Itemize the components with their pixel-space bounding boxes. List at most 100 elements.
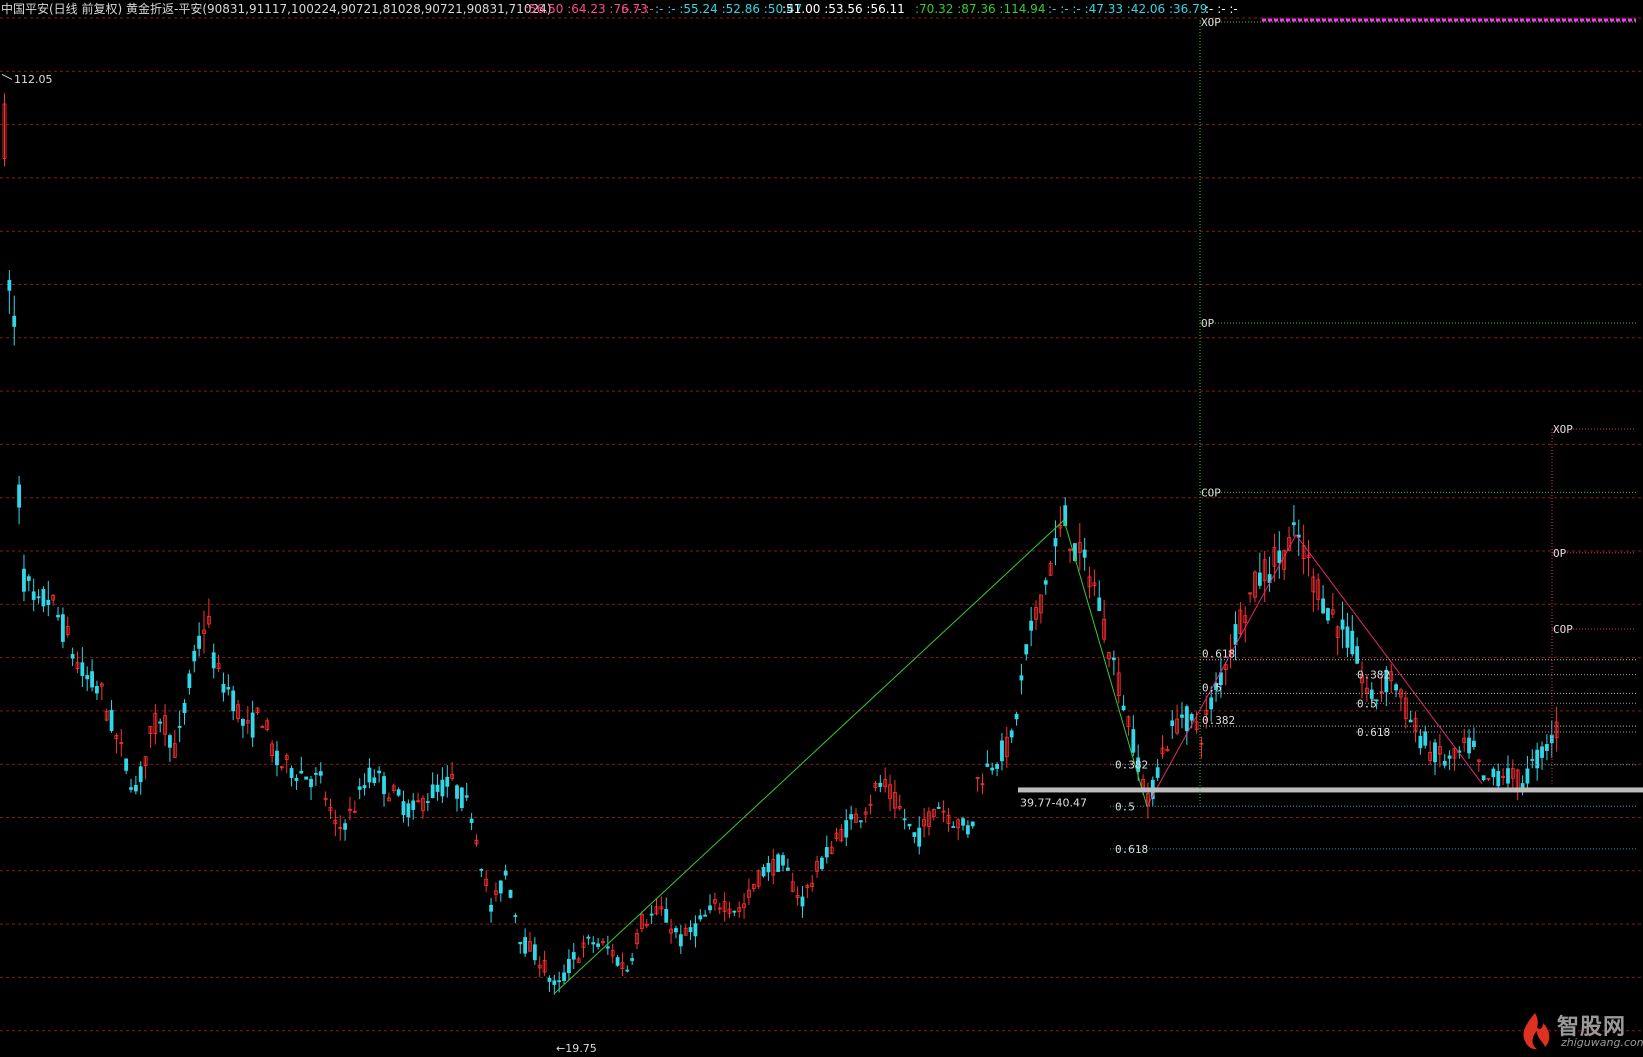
candle-body	[678, 934, 683, 947]
candle-body	[844, 820, 849, 838]
candle-body	[1209, 697, 1214, 710]
candle-body	[80, 662, 85, 677]
candle-body	[567, 958, 571, 974]
indicator-title: 中国平安(日线 前复权) 黄金折返-平安(90831,91117,100224,…	[1, 2, 552, 16]
indicator-values-2: :- :- :-	[621, 2, 654, 16]
candle-body	[615, 957, 620, 966]
candle-body	[192, 650, 197, 662]
indicator-values-4: :51.00 :53.56 :56.11	[782, 2, 905, 16]
candle-body	[430, 784, 435, 799]
candle-body	[970, 821, 975, 827]
candle-body	[596, 943, 601, 947]
candle-body	[197, 635, 202, 649]
candle-body	[455, 785, 459, 799]
candle-body	[1394, 684, 1398, 691]
flame-icon	[1523, 1013, 1550, 1050]
candle-body	[1520, 783, 1525, 789]
swing-line-0	[554, 519, 1148, 994]
candle-body	[1053, 538, 1058, 547]
candle-body	[961, 818, 965, 826]
candle-body	[917, 827, 922, 847]
fib2-label: 0.5	[1202, 681, 1222, 694]
candle-body	[90, 671, 94, 688]
fib1-label: 0.618	[1115, 843, 1148, 856]
fib3-label: 0.382	[1357, 669, 1390, 682]
candle-body	[124, 758, 129, 771]
candle-body	[532, 944, 537, 961]
candle-body	[372, 777, 377, 784]
candle-body	[1277, 550, 1282, 564]
candle-body	[70, 654, 75, 659]
candle-body	[158, 721, 163, 724]
candle-body	[781, 855, 785, 866]
candle-body	[1525, 768, 1530, 784]
low-label: ←19.75	[556, 1042, 597, 1055]
candle-body	[41, 588, 46, 607]
candle-body	[138, 766, 143, 783]
candle-body	[231, 690, 236, 712]
candle-body	[625, 969, 630, 972]
candle-body	[7, 280, 12, 291]
candle-body	[776, 854, 781, 872]
candle-body	[732, 910, 737, 913]
zone-bar	[1018, 787, 1643, 793]
candle-body	[1447, 755, 1452, 759]
candle-body	[17, 484, 21, 508]
candle-body	[12, 315, 17, 327]
candle-body	[1233, 624, 1238, 645]
candle-body	[664, 908, 669, 923]
candle-body	[133, 784, 138, 792]
candle-body	[1350, 630, 1355, 655]
candle-body	[1345, 626, 1350, 648]
candle-body	[990, 767, 995, 771]
candle-body	[1291, 522, 1296, 526]
candle-body	[440, 779, 445, 797]
candle-body	[129, 787, 133, 790]
candle-body	[1535, 749, 1540, 769]
candle-body	[56, 614, 60, 618]
fib2-label: 0.618	[1202, 648, 1235, 661]
candle-body	[1467, 737, 1471, 754]
candle-body	[401, 801, 406, 816]
candle-body	[1111, 657, 1116, 661]
candle-body	[557, 980, 562, 983]
candle-body	[1257, 572, 1262, 586]
candle-body	[1481, 775, 1486, 781]
candle-body	[688, 927, 693, 933]
candle-body	[498, 880, 503, 894]
candle-body	[489, 904, 493, 912]
candle-body	[1184, 706, 1189, 732]
candle-body	[211, 652, 216, 669]
candle-body	[469, 818, 474, 824]
candle-body	[824, 847, 829, 858]
candle-body	[1000, 740, 1004, 762]
candle-body	[382, 776, 386, 795]
candle-body	[902, 818, 907, 821]
candle-body	[698, 915, 703, 920]
indicator-values-7: :- :- :-	[1205, 2, 1238, 16]
candle-body	[459, 787, 464, 809]
watermark-logo: 智股网 zhiguwang.com	[1517, 1009, 1643, 1053]
candle-body	[1491, 768, 1496, 778]
candle-body	[562, 972, 566, 982]
indicator-values-6: :- :- :- :47.33 :42.06 :36.79	[1048, 2, 1208, 16]
candle-body	[785, 867, 790, 871]
op1-label: COP	[1201, 486, 1221, 499]
candle-body	[177, 726, 182, 728]
candle-body	[849, 814, 854, 820]
candle-body	[168, 735, 172, 748]
candle-body	[508, 889, 513, 898]
candle-body	[60, 614, 65, 642]
candle-body	[674, 928, 678, 933]
op2-label: COP	[1553, 623, 1573, 636]
candle-body	[309, 778, 313, 788]
op2-label: OP	[1553, 547, 1567, 560]
fib3-label: 0.5	[1357, 697, 1377, 710]
zone-label: 39.77-40.47	[1020, 796, 1087, 809]
candle-body	[1355, 646, 1360, 664]
candle-body	[1506, 768, 1510, 784]
candle-body	[761, 867, 766, 877]
candle-body	[1009, 730, 1014, 738]
candle-body	[1014, 713, 1019, 720]
candle-body	[1189, 713, 1194, 721]
